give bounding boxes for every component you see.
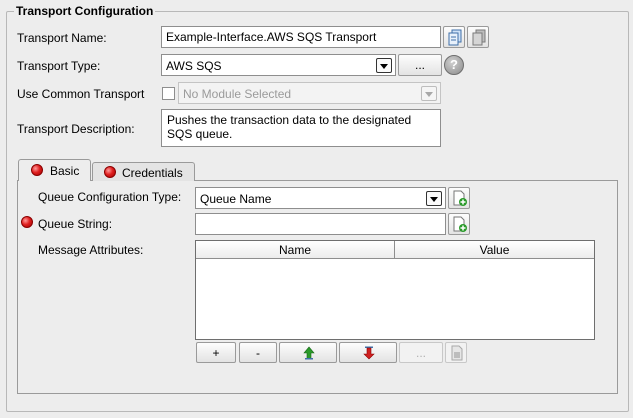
transport-description-label: Transport Description: (17, 122, 135, 136)
arrow-up-icon (303, 346, 315, 360)
chevron-down-icon[interactable] (426, 191, 442, 206)
column-header-name[interactable]: Name (196, 241, 395, 259)
transport-name-input[interactable]: Example-Interface.AWS SQS Transport (161, 26, 441, 48)
tab-credentials-label: Credentials (122, 166, 183, 180)
paste-button[interactable] (467, 26, 489, 48)
common-transport-label: Use Common Transport (17, 87, 145, 101)
transport-description-textarea[interactable]: Pushes the transaction data to the desig… (161, 109, 441, 147)
transport-type-select[interactable]: AWS SQS (161, 54, 396, 76)
common-transport-value: No Module Selected (183, 87, 292, 101)
transport-type-browse-button[interactable]: ... (398, 54, 442, 76)
copy-button[interactable] (443, 26, 465, 48)
help-icon[interactable]: ? (444, 55, 464, 75)
group-title: Transport Configuration (14, 4, 156, 18)
common-transport-select[interactable]: No Module Selected (178, 82, 441, 104)
add-document-icon (453, 190, 467, 206)
description-line-2: SQS queue. (167, 127, 233, 141)
move-down-button[interactable] (339, 342, 397, 363)
common-transport-checkbox[interactable] (162, 87, 175, 100)
queue-config-type-value: Queue Name (200, 192, 272, 206)
error-icon (31, 164, 43, 176)
chevron-down-icon[interactable] (376, 58, 392, 73)
add-attribute-button[interactable]: + (196, 342, 236, 363)
tab-credentials[interactable]: Credentials (92, 162, 195, 181)
edit-attribute-button[interactable] (445, 342, 467, 363)
add-queue-string-button[interactable] (448, 213, 470, 235)
remove-attribute-button[interactable]: - (239, 342, 277, 363)
error-icon (104, 166, 116, 178)
message-attributes-label: Message Attributes: (38, 243, 144, 257)
queue-config-type-label: Queue Configuration Type: (38, 190, 182, 204)
transport-type-label: Transport Type: (17, 59, 101, 73)
arrow-down-icon (363, 346, 375, 360)
queue-config-type-select[interactable]: Queue Name (195, 187, 446, 209)
tab-basic[interactable]: Basic (18, 159, 91, 181)
description-line-1: Pushes the transaction data to the desig… (167, 113, 412, 127)
transport-type-value: AWS SQS (166, 59, 222, 73)
edit-document-icon (451, 345, 463, 361)
message-attributes-table[interactable]: Name Value (195, 240, 595, 340)
column-header-value[interactable]: Value (395, 241, 594, 259)
error-icon (21, 216, 33, 228)
add-queue-config-button[interactable] (448, 187, 470, 209)
move-up-button[interactable] (279, 342, 337, 363)
add-document-icon (453, 216, 467, 232)
tab-basic-label: Basic (50, 164, 80, 178)
chevron-down-icon[interactable] (421, 86, 437, 101)
attribute-more-button[interactable]: ... (399, 342, 443, 363)
transport-name-label: Transport Name: (17, 31, 107, 45)
queue-string-input[interactable] (195, 213, 446, 235)
queue-string-label: Queue String: (38, 217, 113, 231)
paste-icon (472, 29, 486, 46)
copy-icon (448, 29, 462, 46)
